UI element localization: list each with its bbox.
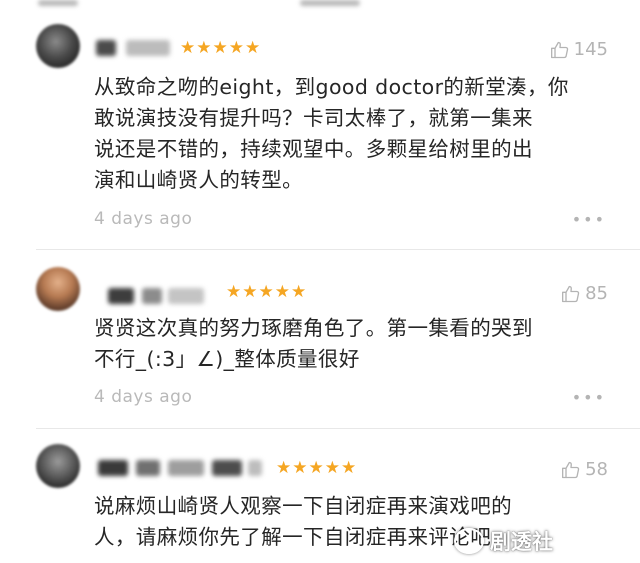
thumbs-up-icon: [562, 461, 580, 479]
like-count: 145: [573, 39, 608, 60]
watermark-text: 剧透社: [490, 530, 553, 554]
rating-stars: ★★★★★: [276, 458, 358, 478]
rating-stars: ★★★★★: [180, 38, 262, 58]
previous-comment-edge: [0, 0, 640, 8]
like-button[interactable]: 145: [550, 40, 608, 60]
comment-timestamp: 4 days ago: [94, 209, 193, 229]
blurred-content: [38, 0, 78, 6]
like-count: 58: [585, 459, 608, 480]
comment-text: 从致命之吻的eight，到good doctor的新堂湊，你 敢说演技没有提升吗…: [94, 75, 569, 192]
more-dots-icon[interactable]: •••: [572, 390, 606, 406]
avatar[interactable]: [36, 267, 80, 311]
avatar[interactable]: [36, 24, 80, 68]
comment-text: 贤贤这次真的努力琢磨角色了。第一集看的哭到 不行_(:3」∠)_整体质量很好: [94, 316, 533, 371]
avatar[interactable]: [36, 444, 80, 488]
rating-stars: ★★★★★: [226, 282, 308, 302]
more-dots-icon[interactable]: •••: [572, 212, 606, 228]
username-blurred[interactable]: [96, 40, 172, 56]
comment-timestamp: 4 days ago: [94, 387, 193, 407]
watermark-logo: [454, 528, 484, 554]
divider: [36, 249, 640, 250]
thumbs-up-icon: [562, 285, 580, 303]
like-button[interactable]: 85: [561, 284, 608, 304]
like-count: 85: [585, 283, 608, 304]
username-blurred[interactable]: [98, 460, 264, 476]
divider: [36, 428, 640, 429]
username-blurred[interactable]: [108, 288, 208, 304]
thumbs-up-icon: [550, 41, 568, 59]
watermark: 剧透社: [454, 524, 553, 558]
like-button[interactable]: 58: [561, 460, 608, 480]
blurred-content: [300, 0, 360, 6]
